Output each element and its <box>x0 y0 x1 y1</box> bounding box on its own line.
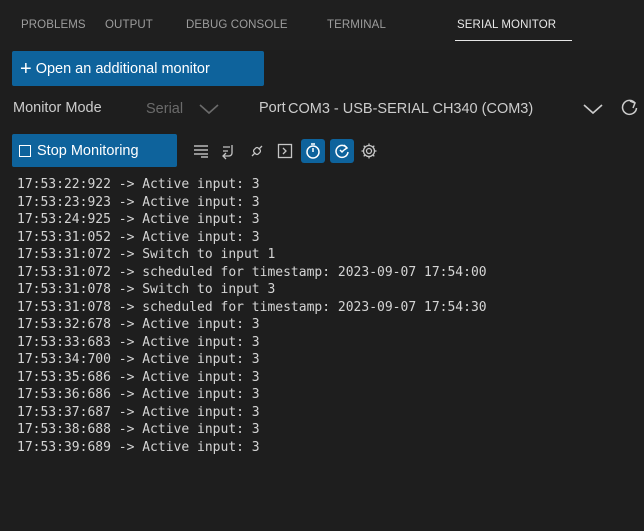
stop-square-icon <box>19 144 31 157</box>
port-select[interactable]: COM3 - USB-SERIAL CH340 (COM3) <box>288 91 620 125</box>
log-line: 17:53:36:686 -> Active input: 3 <box>17 387 260 402</box>
monitor-mode-select[interactable]: Serial <box>133 91 245 125</box>
tab-debug-console[interactable]: DEBUG CONSOLE <box>186 19 288 31</box>
tab-serial-monitor[interactable]: SERIAL MONITOR <box>457 19 556 31</box>
chevron-down-icon <box>199 104 219 115</box>
terminal-icon[interactable] <box>274 140 296 162</box>
log-line: 17:53:34:700 -> Active input: 3 <box>17 352 260 367</box>
tab-output[interactable]: OUTPUT <box>105 19 153 31</box>
log-line: 17:53:32:678 -> Active input: 3 <box>17 317 260 332</box>
panel-tab-bar: PROBLEMS OUTPUT DEBUG CONSOLE TERMINAL S… <box>0 0 644 50</box>
log-line: 17:53:31:072 -> scheduled for timestamp:… <box>17 264 487 280</box>
log-line: 17:53:39:689 -> Active input: 3 <box>17 439 260 455</box>
clear-output-icon[interactable] <box>190 140 212 162</box>
log-line: 17:53:23:923 -> Active input: 3 <box>17 194 260 210</box>
port-value: COM3 - USB-SERIAL CH340 (COM3) <box>288 101 534 117</box>
log-line: 17:53:24:925 -> Active input: 3 <box>17 212 260 227</box>
open-additional-monitor-label: Open an additional monitor <box>35 60 210 77</box>
connect-icon[interactable] <box>246 140 268 162</box>
port-label: Port <box>259 100 286 116</box>
active-tab-indicator <box>455 40 572 41</box>
log-line: 17:53:31:078 -> scheduled for timestamp:… <box>17 299 487 315</box>
serial-output-log[interactable]: 17:53:22:922 -> Active input: 3 17:53:23:… <box>17 176 637 456</box>
log-line: 17:53:33:683 -> Active input: 3 <box>17 334 260 350</box>
toggle-line-ending-icon[interactable] <box>218 140 240 162</box>
tab-problems[interactable]: PROBLEMS <box>21 19 86 31</box>
log-line: 17:53:35:686 -> Active input: 3 <box>17 369 260 385</box>
refresh-ports-icon[interactable] <box>620 98 640 118</box>
open-additional-monitor-button[interactable]: + Open an additional monitor <box>12 51 264 86</box>
log-line: 17:53:31:052 -> Active input: 3 <box>17 229 260 245</box>
stop-monitoring-button[interactable]: Stop Monitoring <box>12 134 177 167</box>
log-line: 17:53:38:688 -> Active input: 3 <box>17 422 260 437</box>
plus-icon: + <box>20 57 32 80</box>
chevron-down-icon <box>583 104 603 115</box>
timestamp-toggle-icon[interactable] <box>301 139 325 163</box>
monitor-mode-value: Serial <box>146 101 184 117</box>
monitor-mode-label: Monitor Mode <box>13 100 102 116</box>
stop-monitoring-label: Stop Monitoring <box>37 142 139 159</box>
autoscroll-toggle-icon[interactable] <box>330 139 354 163</box>
log-line: 17:53:37:687 -> Active input: 3 <box>17 404 260 420</box>
log-line: 17:53:22:922 -> Active input: 3 <box>17 177 260 192</box>
log-line: 17:53:31:072 -> Switch to input 1 <box>17 247 276 262</box>
settings-gear-icon[interactable] <box>358 140 380 162</box>
log-line: 17:53:31:078 -> Switch to input 3 <box>17 282 276 297</box>
tab-terminal[interactable]: TERMINAL <box>327 19 386 31</box>
